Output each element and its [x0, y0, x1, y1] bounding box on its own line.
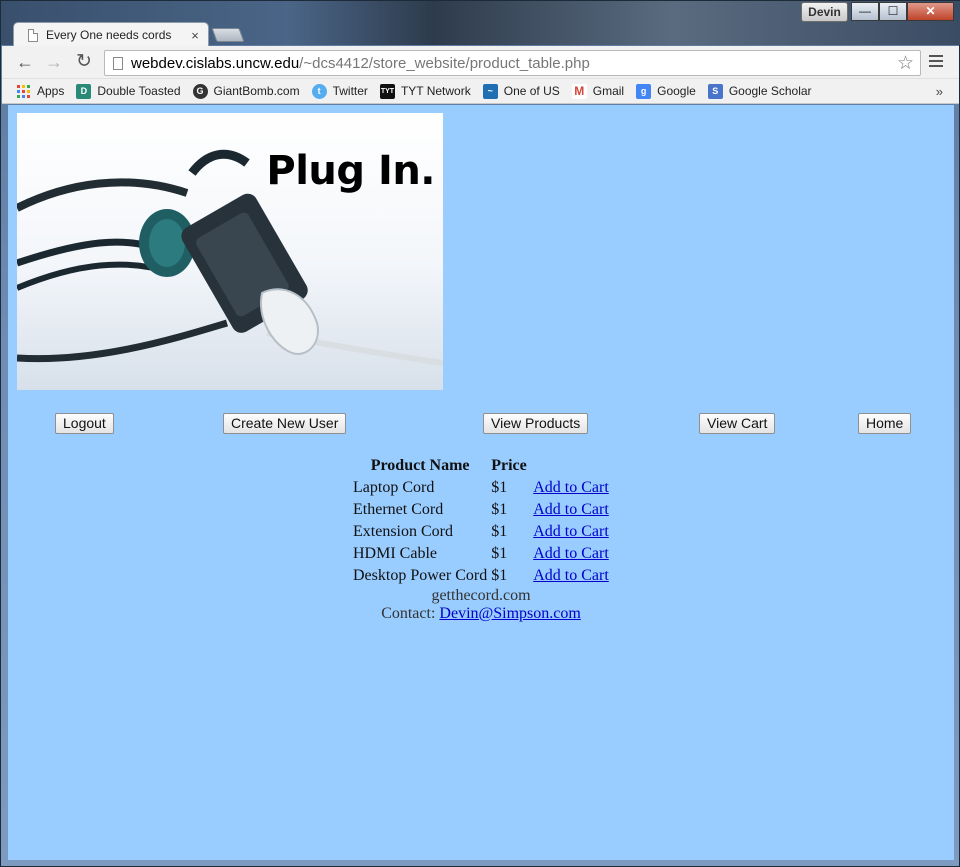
bookmark-double-toasted[interactable]: D Double Toasted — [76, 83, 181, 99]
bookmark-label: TYT Network — [400, 84, 471, 98]
create-new-user-button[interactable]: Create New User — [223, 413, 347, 434]
window-controls: — ☐ ✕ — [851, 2, 954, 22]
contact-line: Contact: Devin@Simpson.com — [8, 605, 954, 623]
table-row: Desktop Power Cord $1 Add to Cart — [351, 565, 611, 587]
product-price: $1 — [491, 545, 508, 562]
product-price: $1 — [491, 523, 508, 540]
bookmark-label: Google — [657, 84, 696, 98]
bookmark-google-scholar[interactable]: S Google Scholar — [707, 83, 812, 99]
site-name: getthecord.com — [431, 587, 531, 604]
page-content: Plug In. Logout Create New User View Pro… — [8, 105, 954, 860]
reload-icon[interactable]: ↻ — [73, 51, 95, 73]
add-to-cart-link[interactable]: Add to Cart — [533, 501, 609, 518]
contact-email-link[interactable]: Devin@Simpson.com — [439, 605, 580, 622]
table-row: HDMI Cable $1 Add to Cart — [351, 543, 611, 565]
giantbomb-icon: G — [192, 83, 208, 99]
forward-arrow-icon[interactable]: → — [43, 51, 65, 73]
back-arrow-icon[interactable]: ← — [14, 51, 36, 73]
product-price: $1 — [491, 567, 508, 584]
add-to-cart-link[interactable]: Add to Cart — [533, 567, 609, 584]
page-info-icon[interactable] — [113, 56, 123, 70]
tyt-icon: TYT — [379, 83, 395, 99]
table-header-row: Product Name Price — [351, 455, 611, 477]
gmail-icon: M — [571, 83, 587, 99]
google-scholar-icon: S — [707, 83, 723, 99]
product-name: Ethernet Cord — [353, 501, 444, 518]
bookmark-gmail[interactable]: M Gmail — [571, 83, 625, 99]
bookmark-google[interactable]: g Google — [636, 83, 696, 99]
product-price: $1 — [491, 479, 508, 496]
bookmark-label: Twitter — [332, 84, 368, 98]
bookmark-label: Apps — [37, 84, 65, 98]
table-row: Extension Cord $1 Add to Cart — [351, 521, 611, 543]
address-bar[interactable]: webdev.cislabs.uncw.edu/~dcs4412/store_w… — [104, 50, 921, 76]
profile-button[interactable]: Devin — [801, 2, 848, 22]
bookmark-apps[interactable]: Apps — [17, 84, 64, 98]
toolbar: ← → ↻ webdev.cislabs.uncw.edu/~dcs4412/s… — [2, 46, 959, 79]
one-of-us-icon: ~ — [482, 83, 498, 99]
new-tab-button[interactable] — [211, 28, 245, 42]
banner-title: Plug In. — [266, 148, 435, 194]
url-path: /~dcs4412/store_website/product_table.ph… — [299, 54, 590, 72]
bookmark-label: Google Scholar — [728, 84, 812, 98]
nav-button-row: Logout Create New User View Products Vie… — [8, 413, 954, 435]
tab-title: Every One needs cords — [46, 28, 172, 42]
contact-label: Contact: — [381, 605, 436, 622]
add-to-cart-link[interactable]: Add to Cart — [533, 523, 609, 540]
bookmarks-bar: Apps D Double Toasted G GiantBomb.com t … — [2, 79, 959, 104]
view-cart-button[interactable]: View Cart — [699, 413, 776, 434]
column-header-action — [531, 455, 611, 477]
url-host: webdev.cislabs.uncw.edu — [131, 54, 300, 72]
browser-window: Devin — ☐ ✕ Every One needs cords × ← → … — [0, 0, 960, 867]
table-row: Laptop Cord $1 Add to Cart — [351, 477, 611, 499]
column-header-product-name: Product Name — [370, 457, 470, 474]
bookmark-label: One of US — [503, 84, 560, 98]
bookmark-tyt-network[interactable]: TYT TYT Network — [379, 83, 471, 99]
twitter-icon: t — [311, 83, 327, 99]
google-icon: g — [636, 83, 652, 99]
bookmark-giantbomb[interactable]: G GiantBomb.com — [192, 83, 300, 99]
tab-close-icon[interactable]: × — [188, 28, 202, 43]
home-button[interactable]: Home — [858, 413, 912, 434]
bookmark-twitter[interactable]: t Twitter — [311, 83, 368, 99]
product-name: Laptop Cord — [353, 479, 435, 496]
bookmark-label: Double Toasted — [97, 84, 181, 98]
bookmark-label: Gmail — [592, 84, 625, 98]
add-to-cart-link[interactable]: Add to Cart — [533, 545, 609, 562]
bookmark-one-of-us[interactable]: ~ One of US — [482, 83, 560, 99]
page-icon — [28, 28, 38, 42]
add-to-cart-link[interactable]: Add to Cart — [533, 479, 609, 496]
page-footer: getthecord.com Contact: Devin@Simpson.co… — [8, 587, 954, 623]
logout-button[interactable]: Logout — [55, 413, 114, 434]
double-toasted-icon: D — [76, 83, 92, 99]
bookmark-label: GiantBomb.com — [213, 84, 300, 98]
tab-active[interactable]: Every One needs cords × — [13, 22, 209, 47]
product-table: Product Name Price Laptop Cord $1 Add to… — [351, 455, 611, 587]
view-products-button[interactable]: View Products — [483, 413, 589, 434]
table-row: Ethernet Cord $1 Add to Cart — [351, 499, 611, 521]
close-window-button[interactable]: ✕ — [907, 2, 954, 21]
apps-grid-icon — [17, 84, 30, 98]
banner-image: Plug In. — [17, 113, 443, 390]
bookmarks-overflow-icon[interactable]: » — [936, 84, 943, 99]
menu-icon[interactable] — [929, 55, 943, 70]
column-header-price: Price — [491, 457, 527, 474]
bookmark-star-icon[interactable]: ☆ — [897, 52, 914, 75]
product-name: Desktop Power Cord — [353, 567, 488, 584]
minimize-button[interactable]: — — [851, 2, 879, 21]
product-name: Extension Cord — [353, 523, 453, 540]
product-price: $1 — [491, 501, 508, 518]
product-name: HDMI Cable — [353, 545, 437, 562]
maximize-button[interactable]: ☐ — [879, 2, 907, 21]
